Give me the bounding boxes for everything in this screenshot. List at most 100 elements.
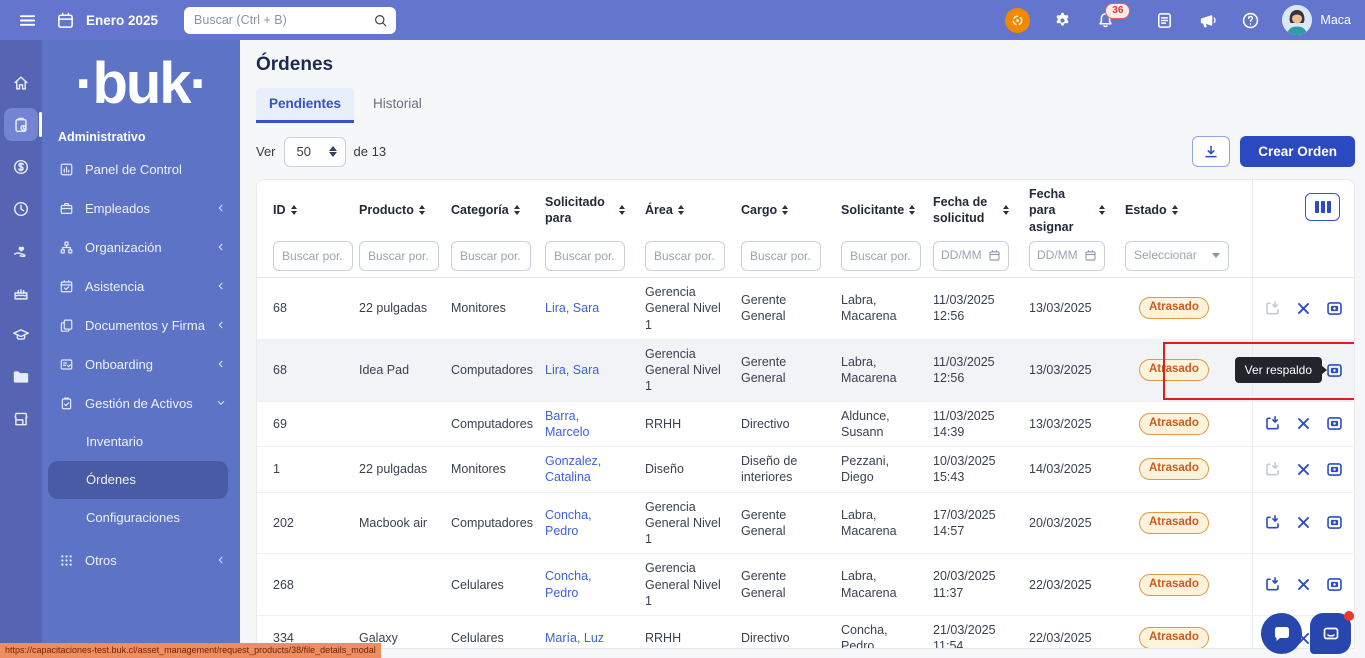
column-header-categor-a[interactable]: Categoría bbox=[439, 180, 533, 241]
sort-icon[interactable] bbox=[513, 205, 520, 216]
filter-input-3[interactable] bbox=[545, 240, 625, 271]
sort-icon[interactable] bbox=[1003, 205, 1009, 216]
assign-order-button[interactable] bbox=[1263, 414, 1282, 433]
sort-icon[interactable] bbox=[782, 205, 789, 216]
cell-fecha-solicitud: 11/03/2025 12:56 bbox=[933, 293, 995, 324]
cancel-order-button[interactable] bbox=[1294, 414, 1313, 433]
column-header-id[interactable]: ID bbox=[257, 180, 347, 241]
solicitado-para-link[interactable]: Concha, Pedro bbox=[545, 568, 625, 601]
filter-input-1[interactable] bbox=[359, 240, 439, 271]
view-backup-button[interactable] bbox=[1325, 575, 1344, 594]
support-widget-button[interactable] bbox=[1310, 611, 1354, 654]
filter-input-6[interactable] bbox=[841, 240, 921, 271]
user-name[interactable]: Maca bbox=[1320, 13, 1351, 27]
record-status-icon[interactable] bbox=[1005, 7, 1031, 33]
column-header-estado[interactable]: Estado bbox=[1113, 180, 1252, 241]
cell-cargo: Gerente General bbox=[741, 293, 787, 324]
view-backup-button[interactable] bbox=[1325, 299, 1344, 318]
sort-icon[interactable] bbox=[677, 205, 684, 216]
megaphone-icon[interactable] bbox=[1196, 9, 1218, 31]
sidebar-item-asistencia[interactable]: Asistencia bbox=[42, 267, 240, 306]
sidebar-subitem-configuraciones[interactable]: Configuraciones bbox=[42, 499, 240, 537]
admin-tasks-icon[interactable] bbox=[4, 108, 42, 141]
filter-date-7[interactable]: DD/MM bbox=[933, 240, 1009, 271]
view-backup-button[interactable] bbox=[1325, 513, 1344, 532]
sidebar-item-panel-de-control[interactable]: Panel de Control bbox=[42, 150, 240, 189]
download-button[interactable] bbox=[1192, 136, 1231, 167]
cell-fecha-asignar: 13/03/2025 bbox=[1029, 363, 1092, 377]
filter-input-5[interactable] bbox=[741, 240, 821, 271]
sidebar-subitem--rdenes[interactable]: Órdenes bbox=[48, 460, 228, 499]
column-header-fecha-de-solicitud[interactable]: Fecha de solicitud bbox=[921, 180, 1017, 241]
sidebar-item-organizaci-n[interactable]: Organización bbox=[42, 228, 240, 267]
sidebar-item-onboarding[interactable]: Onboarding bbox=[42, 345, 240, 384]
filter-input-4[interactable] bbox=[645, 240, 725, 271]
hamburger-menu-icon[interactable] bbox=[16, 9, 38, 31]
benefits-icon[interactable] bbox=[4, 234, 38, 267]
calendar-icon[interactable] bbox=[54, 9, 76, 31]
column-header-cargo[interactable]: Cargo bbox=[729, 180, 829, 241]
column-header-producto[interactable]: Producto bbox=[347, 180, 439, 241]
cancel-order-button[interactable] bbox=[1294, 575, 1313, 594]
view-backup-button[interactable] bbox=[1325, 361, 1344, 380]
payroll-icon[interactable] bbox=[4, 150, 38, 183]
sort-icon[interactable] bbox=[1171, 205, 1178, 216]
education-icon[interactable] bbox=[4, 318, 38, 351]
culture-icon[interactable] bbox=[4, 276, 38, 309]
sort-icon[interactable] bbox=[418, 205, 425, 216]
sidebar-item-empleados[interactable]: Empleados bbox=[42, 189, 240, 228]
sort-icon[interactable] bbox=[619, 205, 625, 216]
sidebar-subitem-inventario[interactable]: Inventario bbox=[42, 423, 240, 461]
sidebar-item-documentos-y-firma[interactable]: Documentos y Firma bbox=[42, 306, 240, 345]
view-backup-button[interactable] bbox=[1325, 414, 1344, 433]
status-badge: Atrasado bbox=[1139, 627, 1209, 648]
period-label[interactable]: Enero 2025 bbox=[86, 13, 158, 28]
avatar[interactable] bbox=[1282, 5, 1313, 35]
document-icon[interactable] bbox=[1153, 9, 1175, 31]
solicitado-para-link[interactable]: Lira, Sara bbox=[545, 300, 599, 316]
sort-icon[interactable] bbox=[290, 205, 297, 216]
tab-historial[interactable]: Historial bbox=[360, 88, 435, 123]
column-header-solicitante[interactable]: Solicitante bbox=[829, 180, 921, 241]
column-label: Estado bbox=[1125, 203, 1167, 218]
tab-pendientes[interactable]: Pendientes bbox=[256, 88, 355, 123]
sort-icon[interactable] bbox=[909, 205, 916, 216]
sidebar-item-gesti-n-de-activos[interactable]: Gestión de Activos bbox=[42, 384, 240, 423]
home-icon[interactable] bbox=[4, 66, 38, 99]
cancel-order-button[interactable] bbox=[1294, 299, 1313, 318]
chat-bubble-button[interactable] bbox=[1261, 613, 1302, 654]
filter-input-2[interactable] bbox=[451, 240, 531, 271]
global-search[interactable] bbox=[184, 6, 397, 34]
marketplace-icon[interactable] bbox=[4, 402, 38, 435]
sidebar-item-otros[interactable]: Otros bbox=[42, 541, 240, 580]
assign-order-button[interactable] bbox=[1263, 575, 1282, 594]
cancel-order-button[interactable] bbox=[1294, 460, 1313, 479]
gear-icon[interactable] bbox=[1051, 9, 1073, 31]
assign-order-button[interactable] bbox=[1263, 513, 1282, 532]
column-settings-button[interactable] bbox=[1305, 193, 1340, 221]
sidebar-item-label: Documentos y Firma bbox=[85, 317, 205, 333]
files-icon[interactable] bbox=[4, 360, 38, 393]
solicitado-para-link[interactable]: Lira, Sara bbox=[545, 362, 599, 378]
solicitado-para-link[interactable]: Barra, Marcelo bbox=[545, 408, 625, 441]
create-order-button[interactable]: Crear Orden bbox=[1240, 136, 1355, 167]
solicitado-para-link[interactable]: Gonzalez, Catalina bbox=[545, 453, 625, 486]
dashboard-icon bbox=[59, 162, 74, 177]
filter-input-0[interactable] bbox=[273, 240, 353, 271]
time-icon[interactable] bbox=[4, 192, 38, 225]
solicitado-para-link[interactable]: María, Luz bbox=[545, 630, 604, 646]
help-icon[interactable] bbox=[1239, 9, 1261, 31]
column-header-solicitado-para[interactable]: Solicitado para bbox=[533, 180, 633, 241]
filter-date-8[interactable]: DD/MM bbox=[1029, 240, 1105, 271]
page-size-select[interactable]: 50 bbox=[283, 136, 346, 167]
search-input[interactable] bbox=[194, 13, 374, 27]
view-backup-button[interactable] bbox=[1325, 460, 1344, 479]
cell-categoria: Computadores bbox=[451, 363, 533, 377]
column-label: Solicitado para bbox=[545, 195, 605, 226]
sort-icon[interactable] bbox=[1099, 205, 1105, 216]
column-header-fecha-para-asignar[interactable]: Fecha para asignar bbox=[1017, 180, 1113, 241]
column-header--rea[interactable]: Área bbox=[633, 180, 729, 241]
solicitado-para-link[interactable]: Concha, Pedro bbox=[545, 507, 625, 540]
filter-estado-select[interactable]: Seleccionar bbox=[1125, 240, 1229, 271]
cancel-order-button[interactable] bbox=[1294, 513, 1313, 532]
